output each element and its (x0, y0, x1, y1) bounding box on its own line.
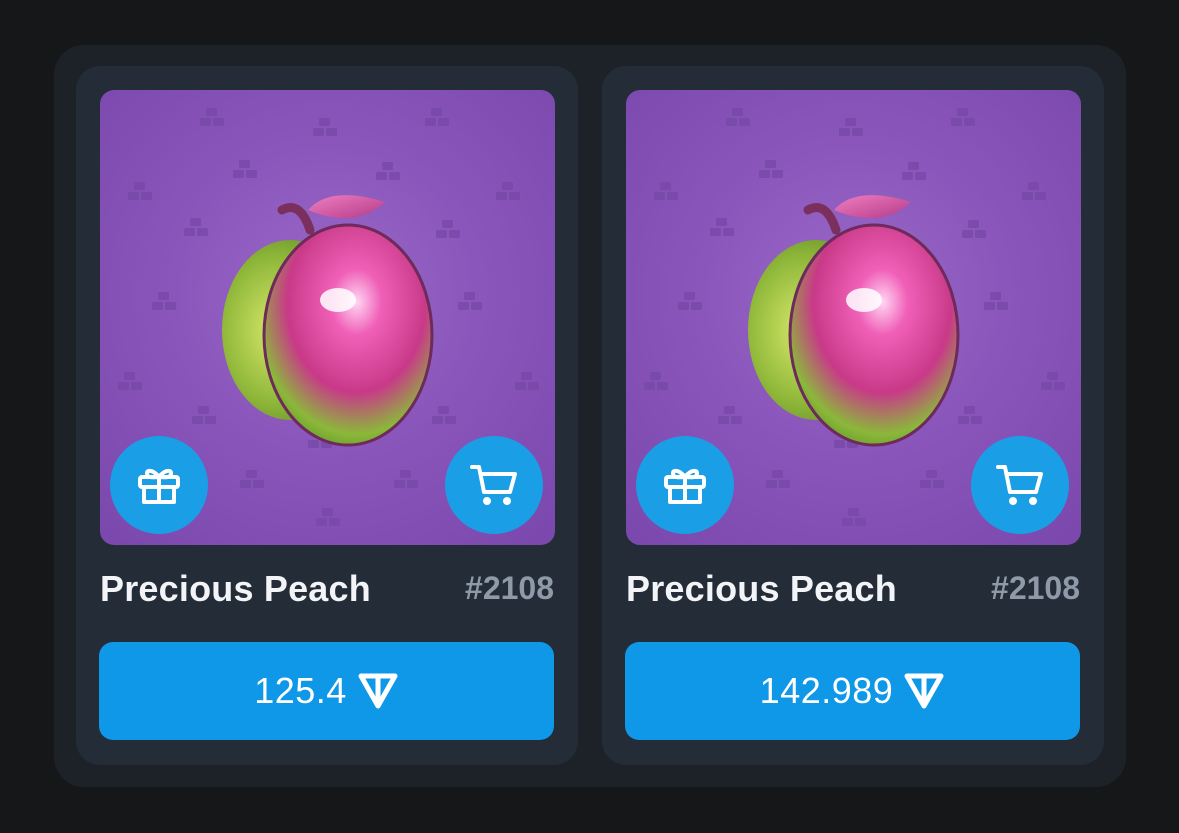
buy-price-button[interactable]: 142.989 (625, 642, 1080, 740)
gift-card[interactable]: Precious Peach #2108 142.989 (602, 66, 1104, 765)
gift-button[interactable] (636, 436, 734, 534)
price-value: 142.989 (759, 670, 894, 711)
gift-artwork (626, 90, 1081, 545)
gift-card[interactable]: Precious Peach #2108 125.4 (76, 66, 578, 765)
cart-icon (470, 465, 517, 505)
gift-icon (138, 468, 180, 504)
gift-button[interactable] (110, 436, 208, 534)
card-title-row: Precious Peach #2108 (626, 568, 1080, 618)
ton-icon (903, 672, 945, 710)
cart-button[interactable] (445, 436, 543, 534)
gift-number: #2108 (991, 570, 1080, 606)
gift-icon (664, 468, 706, 504)
cart-icon (996, 465, 1043, 505)
ton-icon (357, 672, 399, 710)
buy-price-button[interactable]: 125.4 (99, 642, 554, 740)
price-value: 125.4 (254, 670, 347, 711)
gift-number: #2108 (465, 570, 554, 606)
card-title-row: Precious Peach #2108 (100, 568, 554, 618)
gift-artwork (100, 90, 555, 545)
cart-button[interactable] (971, 436, 1069, 534)
gift-name: Precious Peach (626, 568, 897, 609)
gift-name: Precious Peach (100, 568, 371, 609)
